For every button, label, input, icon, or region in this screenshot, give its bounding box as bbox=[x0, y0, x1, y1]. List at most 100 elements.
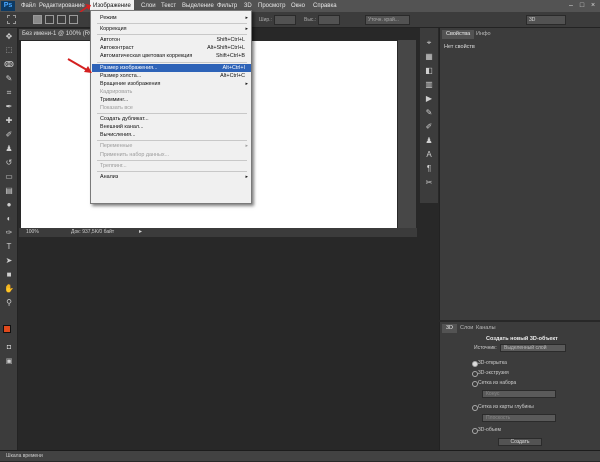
character-icon[interactable]: A bbox=[424, 150, 434, 160]
brush-tool-icon[interactable]: ✐ bbox=[3, 129, 15, 141]
height-field[interactable] bbox=[318, 15, 340, 25]
option-postcard[interactable]: 3D-открытка bbox=[478, 360, 507, 366]
hand-tool-icon[interactable]: ✋ bbox=[3, 283, 15, 295]
menu-item-shortcut: Alt+Ctrl+I bbox=[222, 64, 245, 71]
status-arrow-icon[interactable]: ▸ bbox=[139, 228, 142, 237]
properties-panel: Свойства Инфо Нет свойств bbox=[439, 28, 600, 320]
marquee-tool-icon[interactable]: ⬚ bbox=[3, 45, 15, 57]
option-extrusion[interactable]: 3D-экструзия bbox=[478, 370, 509, 376]
maximize-icon[interactable]: □ bbox=[578, 2, 586, 9]
lasso-tool-icon[interactable]: ↂ bbox=[3, 59, 15, 71]
menu-item[interactable]: Вращение изображения ▸ bbox=[92, 80, 251, 88]
close-icon[interactable]: × bbox=[589, 2, 597, 9]
subtract-selection-icon[interactable] bbox=[57, 15, 66, 24]
source-select[interactable]: Выделенный слой bbox=[500, 344, 566, 352]
menu-item-shortcut: Shift+Ctrl+B bbox=[215, 53, 245, 60]
healing-brush-icon[interactable]: ✚ bbox=[3, 115, 15, 127]
brush-icon[interactable]: ✐ bbox=[424, 122, 434, 132]
menu-item: Треппинг... bbox=[92, 162, 251, 170]
pen-tool-icon[interactable]: ✑ bbox=[3, 227, 15, 239]
timeline-panel[interactable]: Шкала времени bbox=[0, 450, 600, 461]
crop-tool-icon[interactable]: ⌗ bbox=[3, 87, 15, 99]
paragraph-icon[interactable]: ¶ bbox=[424, 164, 434, 174]
quick-selection-icon[interactable]: ✎ bbox=[3, 73, 15, 85]
menu-item-label: Применить набор данных... bbox=[100, 151, 170, 158]
menu-window[interactable]: Окно bbox=[291, 0, 305, 12]
menu-separator bbox=[97, 170, 247, 172]
blur-tool-icon[interactable]: ● bbox=[3, 199, 15, 211]
tool-presets-icon[interactable]: ✂ bbox=[424, 178, 434, 188]
menu-item[interactable]: Коррекция ▸ bbox=[92, 25, 251, 33]
quick-mask-icon[interactable]: ◘ bbox=[3, 342, 15, 354]
option-depth-map[interactable]: Сетка из карты глубины bbox=[478, 404, 534, 410]
depth-map-select[interactable]: Плоскость bbox=[482, 414, 556, 422]
menu-item[interactable]: Размер холста... Alt+Ctrl+C bbox=[92, 72, 251, 80]
menu-view[interactable]: Просмотр bbox=[258, 0, 285, 12]
zoom-tool-icon[interactable]: ⚲ bbox=[3, 297, 15, 309]
create-3d-title: Создать новый 3D-объект bbox=[486, 336, 558, 342]
tab-properties[interactable]: Свойства bbox=[442, 30, 475, 39]
menu-separator bbox=[97, 140, 247, 142]
panel-icon-strip: ⌖ ▦ ◧ ▥ ▶ ✎ ✐ ♟ A ¶ ✂ bbox=[420, 28, 438, 203]
menu-item[interactable]: Автоконтраст Alt+Shift+Ctrl+L bbox=[92, 44, 251, 52]
screen-mode-icon[interactable]: ▣ bbox=[3, 356, 15, 368]
brush-presets-icon[interactable]: ✎ bbox=[424, 108, 434, 118]
zoom-level[interactable]: 100% bbox=[26, 228, 39, 237]
tab-3d[interactable]: 3D bbox=[442, 324, 458, 333]
menu-item[interactable]: Тримминг... bbox=[92, 96, 251, 104]
menu-item[interactable]: Автотон Shift+Ctrl+L bbox=[92, 36, 251, 44]
refine-edge-button[interactable]: Уточн. край... bbox=[365, 15, 410, 25]
minimize-icon[interactable]: – bbox=[567, 2, 575, 9]
photoshop-logo-icon: Ps bbox=[1, 1, 15, 11]
option-preset-mesh[interactable]: Сетка из набора bbox=[478, 380, 516, 386]
menu-item[interactable]: Создать дубликат... bbox=[92, 115, 251, 123]
menu-help[interactable]: Справка bbox=[313, 0, 337, 12]
menu-file[interactable]: Файл bbox=[21, 0, 36, 12]
intersect-selection-icon[interactable] bbox=[69, 15, 78, 24]
submenu-arrow-icon: ▸ bbox=[245, 173, 248, 180]
menu-item[interactable]: Режим ▸ bbox=[92, 14, 251, 22]
path-selection-icon[interactable]: ➤ bbox=[3, 255, 15, 267]
type-tool-icon[interactable]: T bbox=[3, 241, 15, 253]
move-tool-icon[interactable]: ✥ bbox=[3, 31, 15, 43]
document-info: Док: 937,5K/0 байт bbox=[71, 229, 115, 235]
actions-icon[interactable]: ▶ bbox=[424, 94, 434, 104]
3d-panel: 3D Слои Каналы Создать новый 3D-объект И… bbox=[439, 322, 600, 450]
menu-item-label: Кадрировать bbox=[100, 88, 133, 95]
source-label: Источник: bbox=[474, 345, 497, 351]
styles-icon[interactable]: ▥ bbox=[424, 80, 434, 90]
clone-stamp-icon[interactable]: ♟ bbox=[3, 143, 15, 155]
menu-separator bbox=[97, 61, 247, 63]
menu-item-label: Показать все bbox=[100, 105, 133, 111]
menu-item[interactable]: Автоматическая цветовая коррекция Shift+C… bbox=[92, 52, 251, 60]
shape-tool-icon[interactable]: ■ bbox=[3, 269, 15, 281]
create-button[interactable]: Создать bbox=[498, 438, 542, 446]
workspace-select[interactable]: 3D bbox=[526, 15, 566, 25]
menu-item-shortcut: Shift+Ctrl+L bbox=[216, 37, 245, 44]
foreground-color-swatch[interactable] bbox=[3, 325, 11, 333]
marquee-tool-icon[interactable] bbox=[7, 15, 16, 24]
tab-channels[interactable]: Каналы bbox=[472, 324, 500, 333]
preset-mesh-select[interactable]: Конус bbox=[482, 390, 556, 398]
history-icon[interactable]: ⌖ bbox=[424, 38, 434, 48]
eraser-icon[interactable]: ▭ bbox=[3, 171, 15, 183]
dodge-tool-icon[interactable]: ◐ bbox=[3, 213, 15, 225]
status-bar: 100% Док: 937,5K/0 байт ▸ bbox=[19, 228, 417, 237]
add-selection-icon[interactable] bbox=[45, 15, 54, 24]
new-selection-icon[interactable] bbox=[33, 15, 42, 24]
history-brush-icon[interactable]: ↺ bbox=[3, 157, 15, 169]
menu-item[interactable]: Вычисления... bbox=[92, 131, 251, 139]
menu-item[interactable]: Внешний канал... bbox=[92, 123, 251, 131]
width-field[interactable] bbox=[274, 15, 296, 25]
menu-item[interactable]: Размер изображения... Alt+Ctrl+I bbox=[92, 63, 251, 72]
menu-item: Кадрировать bbox=[92, 88, 251, 96]
swatches-icon[interactable]: ▦ bbox=[424, 52, 434, 62]
tab-info[interactable]: Инфо bbox=[472, 30, 495, 39]
clone-source-icon[interactable]: ♟ bbox=[424, 136, 434, 146]
option-volume[interactable]: 3D-объем bbox=[478, 427, 501, 433]
vertical-scrollbar[interactable] bbox=[398, 40, 416, 228]
eyedropper-icon[interactable]: ✒ bbox=[3, 101, 15, 113]
gradient-icon[interactable]: ▤ bbox=[3, 185, 15, 197]
adjustments-icon[interactable]: ◧ bbox=[424, 66, 434, 76]
menu-item[interactable]: Анализ ▸ bbox=[92, 173, 251, 181]
